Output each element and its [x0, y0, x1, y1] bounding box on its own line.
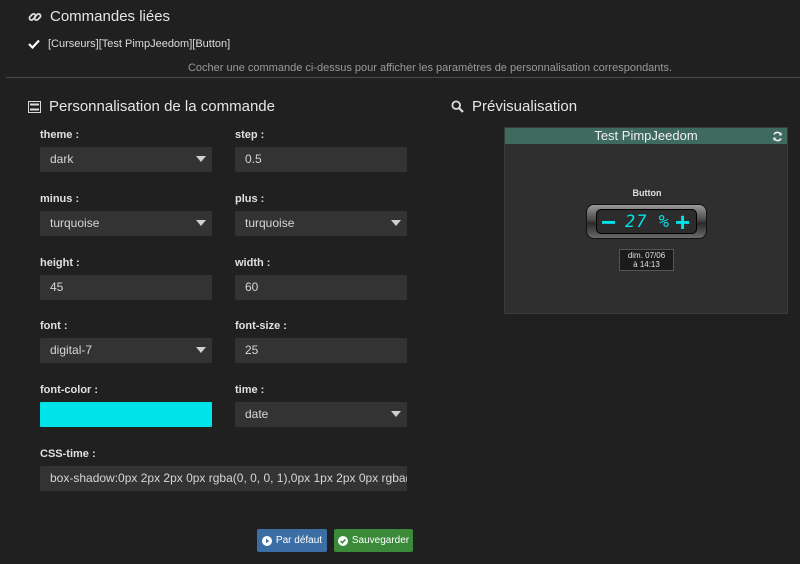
- divider: [6, 77, 800, 78]
- refresh-icon[interactable]: [772, 130, 783, 146]
- linked-command-label: [Curseurs][Test PimpJeedom][Button]: [48, 38, 231, 50]
- sliders-icon: [28, 100, 41, 113]
- default-button[interactable]: Par défaut: [257, 529, 327, 552]
- height-input[interactable]: 45: [40, 275, 212, 300]
- font-color-label: font-color :: [40, 384, 99, 396]
- linked-command-item[interactable]: [Curseurs][Test PimpJeedom][Button]: [28, 38, 230, 50]
- widget-time-hour: à 14:13: [633, 260, 660, 269]
- widget-slider-display: − 27 % +: [596, 209, 697, 235]
- font-select-value: digital-7: [50, 343, 93, 357]
- widget-value: 27 %: [625, 212, 670, 232]
- widget-time-date: dim. 07/06: [627, 251, 666, 260]
- plus-label: plus :: [235, 193, 265, 205]
- time-select[interactable]: date: [235, 402, 407, 427]
- linked-commands-title: Commandes liées: [28, 8, 170, 25]
- save-button-label: Sauvegarder: [351, 535, 410, 546]
- widget-header: Test PimpJeedom: [505, 128, 787, 144]
- plus-select[interactable]: turquoise: [235, 211, 407, 236]
- preview-title-text: Prévisualisation: [472, 98, 578, 115]
- default-button-label: Par défaut: [275, 535, 323, 546]
- font-size-label: font-size :: [235, 320, 287, 332]
- customization-title: Personnalisation de la commande: [28, 98, 275, 115]
- widget-title: Test PimpJeedom: [594, 128, 698, 143]
- check-circle-icon: [337, 535, 348, 546]
- css-time-label: CSS-time :: [40, 448, 96, 460]
- width-input[interactable]: 60: [235, 275, 407, 300]
- preview-title: Prévisualisation: [451, 98, 577, 115]
- theme-label: theme :: [40, 129, 80, 141]
- font-color-picker[interactable]: [40, 402, 212, 427]
- plus-select-value: turquoise: [245, 216, 295, 230]
- css-time-input[interactable]: box-shadow:0px 2px 2px 0px rgba(0, 0, 0,…: [40, 466, 407, 491]
- preview-widget: Test PimpJeedom Button − 27 % + dim. 07/…: [504, 127, 788, 314]
- widget-slider: − 27 % +: [586, 204, 707, 239]
- theme-select-value: dark: [50, 152, 74, 166]
- linked-commands-title-text: Commandes liées: [50, 8, 171, 25]
- chevron-down-icon: [391, 411, 401, 417]
- minus-select-value: turquoise: [50, 216, 100, 230]
- chevron-down-icon: [196, 347, 206, 353]
- hint-text: Cocher une commande ci-dessus pour affic…: [187, 62, 673, 74]
- font-select[interactable]: digital-7: [40, 338, 212, 363]
- minus-label: minus :: [40, 193, 80, 205]
- chevron-down-icon: [391, 220, 401, 226]
- check-icon[interactable]: [28, 39, 40, 49]
- step-label: step :: [235, 129, 265, 141]
- widget-label: Button: [632, 188, 662, 198]
- width-label: width :: [235, 257, 271, 269]
- step-input[interactable]: 0.5: [235, 147, 407, 172]
- link-icon: [28, 10, 42, 24]
- chevron-down-icon: [196, 156, 206, 162]
- theme-select[interactable]: dark: [40, 147, 212, 172]
- plus-button[interactable]: +: [675, 209, 690, 235]
- search-icon: [451, 100, 464, 113]
- time-label: time :: [235, 384, 265, 396]
- font-label: font :: [40, 320, 68, 332]
- font-size-input[interactable]: 25: [235, 338, 407, 363]
- time-select-value: date: [245, 407, 269, 421]
- minus-button[interactable]: −: [601, 209, 616, 235]
- chevron-down-icon: [196, 220, 206, 226]
- save-button[interactable]: Sauvegarder: [334, 529, 413, 552]
- widget-time: dim. 07/06 à 14:13: [619, 249, 674, 271]
- customization-title-text: Personnalisation de la commande: [49, 98, 275, 115]
- height-label: height :: [40, 257, 80, 269]
- play-circle-icon: [261, 535, 272, 546]
- minus-select[interactable]: turquoise: [40, 211, 212, 236]
